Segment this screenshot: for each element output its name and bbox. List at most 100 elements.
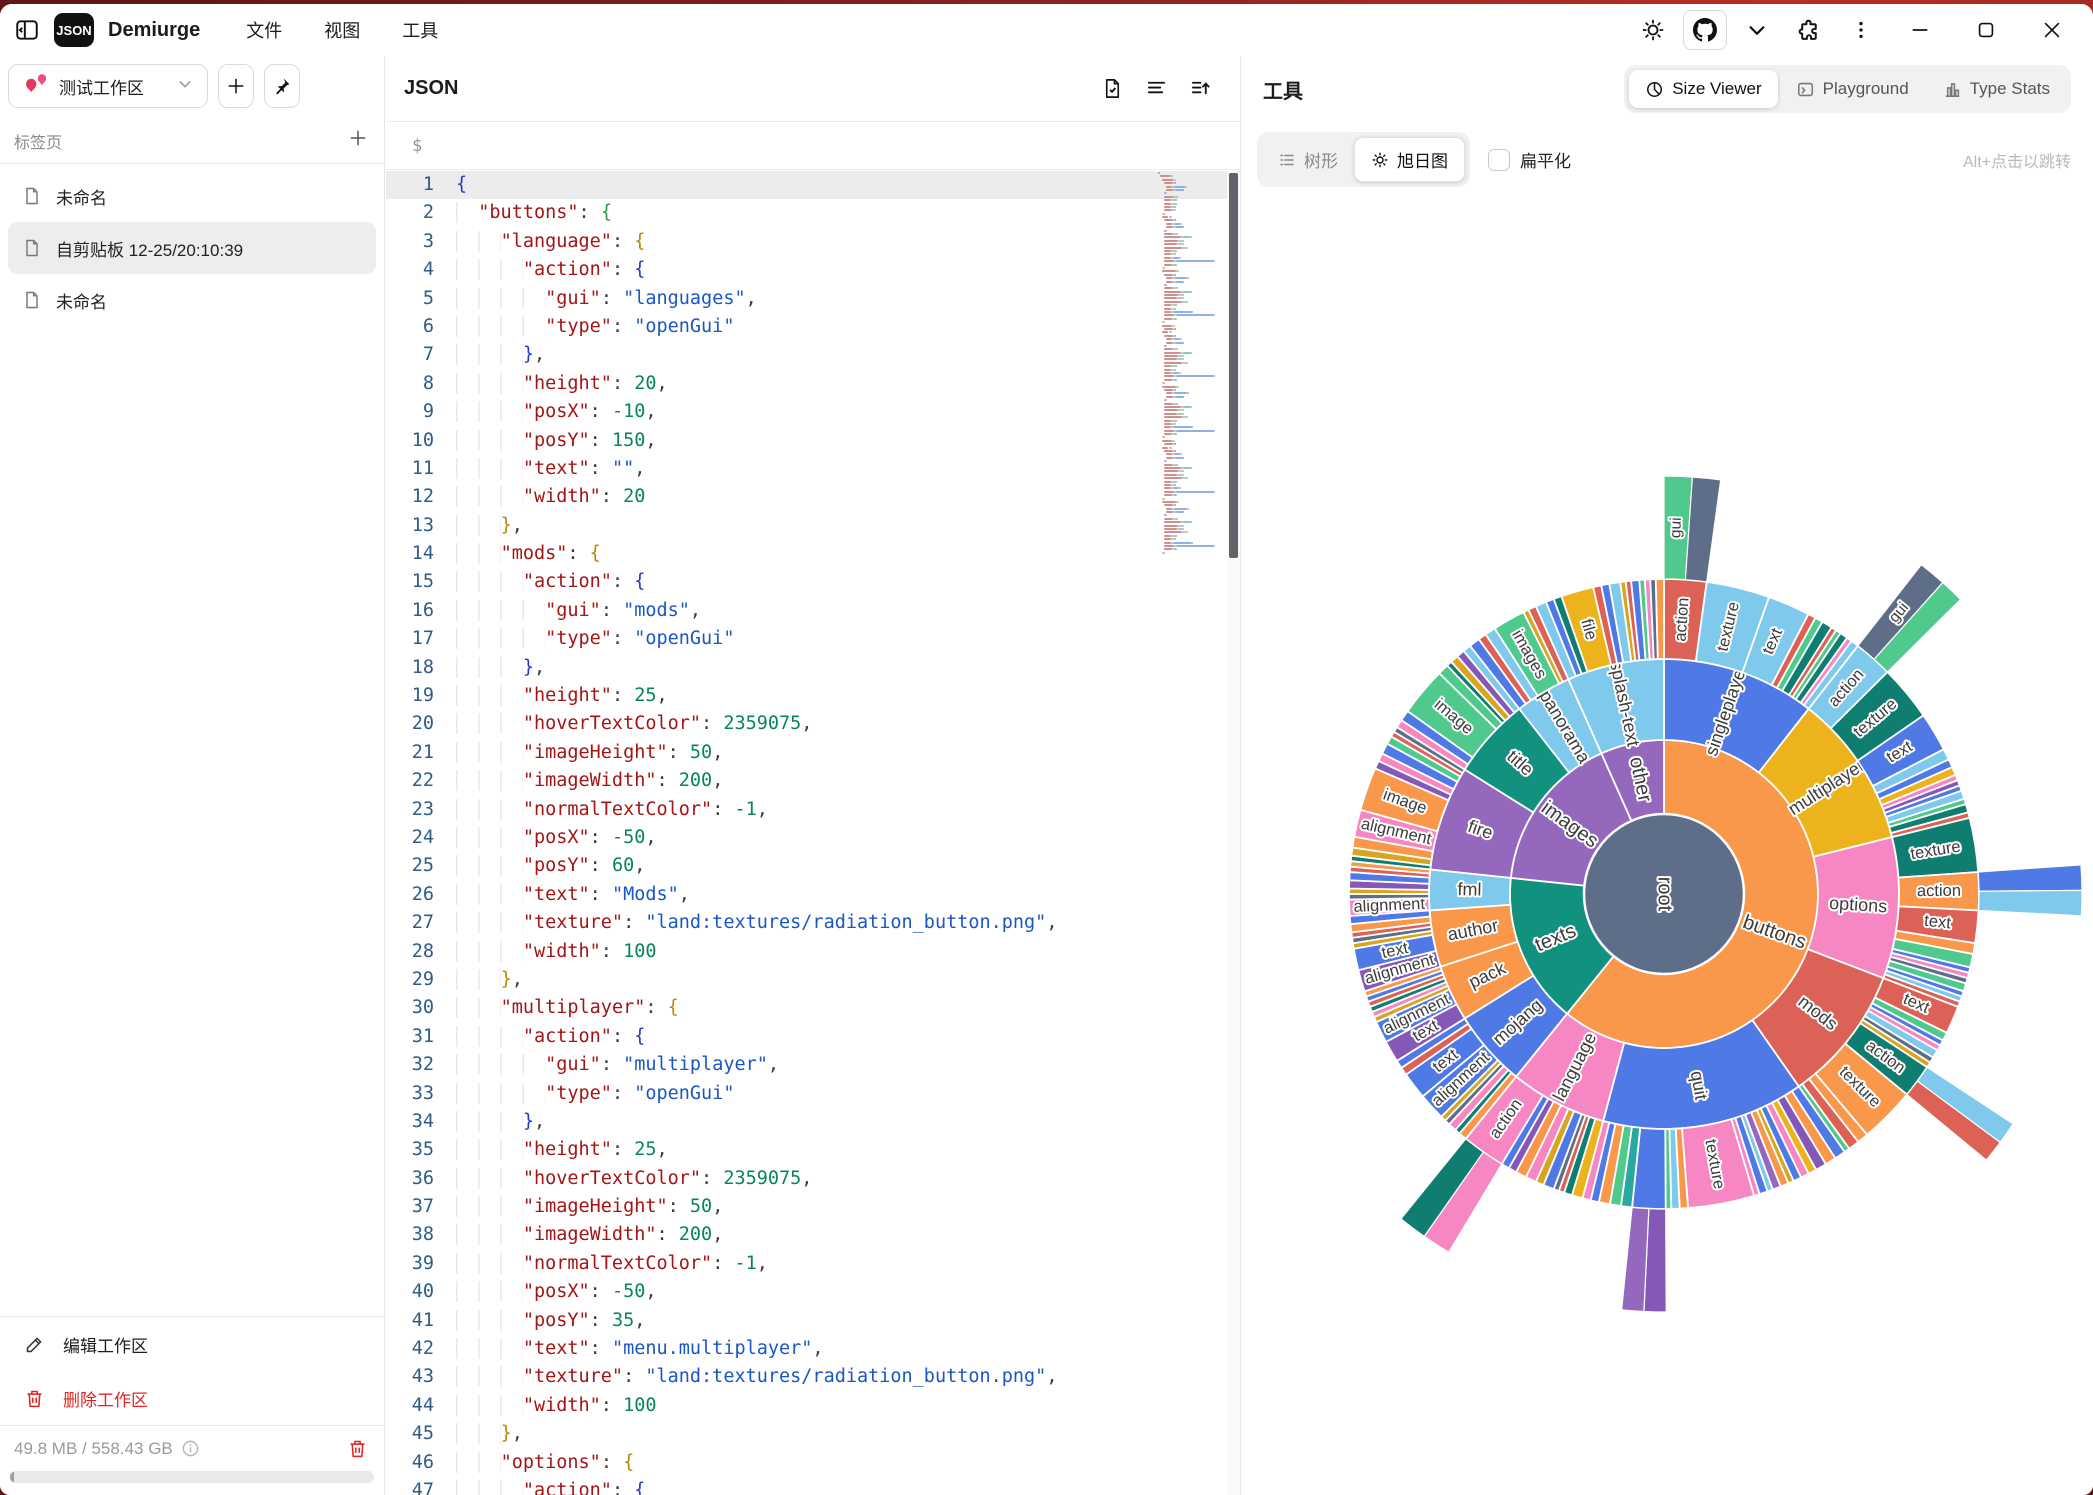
workspace-selector[interactable]: 测试工作区 [8,64,208,108]
sunburst-label-text: text [1923,912,1952,933]
sunburst-label-fml: fml [1457,879,1481,899]
code-line: 32 "gui": "multiplayer", [386,1051,1240,1079]
view-mode-toggle: 树形 旭日图 [1257,132,1470,187]
sunburst-chart[interactable]: buttonssingleplayeractionguitexturetextm… [1241,194,2093,1495]
tab-item-label: 自剪贴板 12-25/20:10:39 [56,236,243,261]
code-line: 44 "width": 100 [386,1392,1240,1420]
workspace-hearts-icon [23,72,49,101]
tab-item-untitled-1[interactable]: 未命名 [8,170,376,222]
code-line: 42 "text": "menu.multiplayer", [386,1335,1240,1363]
code-line: 28 "width": 100 [386,938,1240,966]
code-line: 27 "texture": "land:textures/radiation_b… [386,909,1240,937]
sunburst-label-root: root [1654,877,1676,912]
format-align-icon[interactable] [1134,71,1178,107]
code-line: 33 "type": "openGui" [386,1080,1240,1108]
code-line: 6 "type": "openGui" [386,313,1240,341]
sunburst-label-options: options [1829,893,1888,917]
pin-workspace-button[interactable] [264,64,300,108]
add-workspace-button[interactable] [218,64,254,108]
code-line: 20 "hoverTextColor": 2359075, [386,710,1240,738]
menu-tools[interactable]: 工具 [388,11,452,49]
code-line: 26 "text": "Mods", [386,881,1240,909]
sunburst-label-action: action [1672,597,1693,642]
minimap[interactable] [1158,172,1226,592]
sunburst-segment-type[interactable] [1622,1207,1649,1311]
sort-compress-icon[interactable] [1178,71,1222,107]
tools-title: 工具 [1263,75,1624,104]
tab-size-viewer[interactable]: Size Viewer [1629,70,1777,108]
sunburst-segment-type[interactable] [1979,890,2082,916]
sunburst-label-gui: gui [1667,517,1685,538]
scrollbar-thumb[interactable] [1229,173,1238,558]
view-tree-button[interactable]: 树形 [1262,138,1354,181]
code-line: 29 }, [386,966,1240,994]
minimize-button[interactable] [1891,8,1949,52]
validate-file-icon[interactable] [1090,71,1134,107]
code-line: 30 "multiplayer": { [386,994,1240,1022]
editor-scrollbar[interactable] [1227,171,1240,1495]
code-line: 13 }, [386,512,1240,540]
tab-type-stats[interactable]: Type Stats [1927,70,2066,108]
code-line: 7 }, [386,341,1240,369]
flatten-checkbox[interactable] [1488,149,1510,171]
file-icon [22,238,42,258]
sidebar-toggle-icon[interactable] [14,17,40,43]
code-line: 14 "mods": { [386,540,1240,568]
menu-file[interactable]: 文件 [232,11,296,49]
add-tab-button[interactable] [348,128,368,153]
workspace-name: 测试工作区 [59,74,167,99]
tree-list-icon [1278,151,1296,169]
jsonpath-query-bar[interactable]: $ [386,122,1240,170]
file-icon [22,290,42,310]
code-line: 36 "hoverTextColor": 2359075, [386,1165,1240,1193]
sunburst-segment[interactable] [1656,579,1664,659]
app-title: Demiurge [108,19,200,42]
code-line: 21 "imageHeight": 50, [386,739,1240,767]
code-line: 3 "language": { [386,228,1240,256]
code-line: 9 "posX": -10, [386,398,1240,426]
code-editor[interactable]: 1{2 "buttons": {3 "language": {4 "action… [386,171,1240,1495]
menu-view[interactable]: 视图 [310,11,374,49]
terminal-icon [1796,80,1815,99]
code-line: 19 "height": 25, [386,682,1240,710]
delete-workspace-button[interactable]: 删除工作区 [0,1371,384,1425]
kebab-menu-icon[interactable] [1839,10,1883,50]
tab-item-clipboard[interactable]: 自剪贴板 12-25/20:10:39 [8,222,376,274]
edit-workspace-button[interactable]: 编辑工作区 [0,1317,384,1371]
editor-title: JSON [404,77,1090,100]
clear-storage-trash-icon[interactable] [347,1438,368,1459]
code-line: 31 "action": { [386,1023,1240,1051]
code-line: 17 "type": "openGui" [386,625,1240,653]
app-window: JSON Demiurge 文件 视图 工具 [0,4,2093,1495]
theme-toggle-sun-icon[interactable] [1631,10,1675,50]
pencil-icon [24,1334,45,1355]
code-line: 18 }, [386,654,1240,682]
tools-pane: 工具 Size Viewer Playground Type Stats [1240,56,2093,1495]
extensions-puzzle-icon[interactable] [1787,10,1831,50]
app-logo-icon: JSON [54,13,94,47]
tabs-section-label: 标签页 [14,129,62,153]
chevron-down-icon[interactable] [1735,10,1779,50]
jsonpath-query-placeholder: $ [412,136,422,156]
code-line: 10 "posY": 150, [386,427,1240,455]
code-line: 41 "posY": 35, [386,1307,1240,1335]
storage-progress-bar [10,1471,374,1483]
file-icon [22,186,42,206]
editor-pane: JSON $ 1{2 "buttons": {3 "language": {4 … [386,56,1240,1495]
code-line: 38 "imageWidth": 200, [386,1221,1240,1249]
sunburst-segment-gui[interactable] [1978,865,2082,891]
view-sunburst-button[interactable]: 旭日图 [1354,137,1465,182]
tab-playground[interactable]: Playground [1780,70,1925,108]
code-line: 46 "options": { [386,1449,1240,1477]
sidebar: 测试工作区 标签页 未命名 [0,56,385,1495]
github-icon[interactable] [1683,10,1727,50]
alt-click-hint: Alt+点击以跳转 [1963,148,2071,172]
close-button[interactable] [2023,8,2081,52]
maximize-button[interactable] [1957,8,2015,52]
sunburst-sun-icon [1371,151,1389,169]
tab-item-label: 未命名 [56,184,107,209]
code-line: 5 "gui": "languages", [386,285,1240,313]
tab-item-untitled-2[interactable]: 未命名 [8,274,376,326]
code-line: 37 "imageHeight": 50, [386,1193,1240,1221]
storage-usage: 49.8 MB / 558.43 GB [14,1439,173,1459]
